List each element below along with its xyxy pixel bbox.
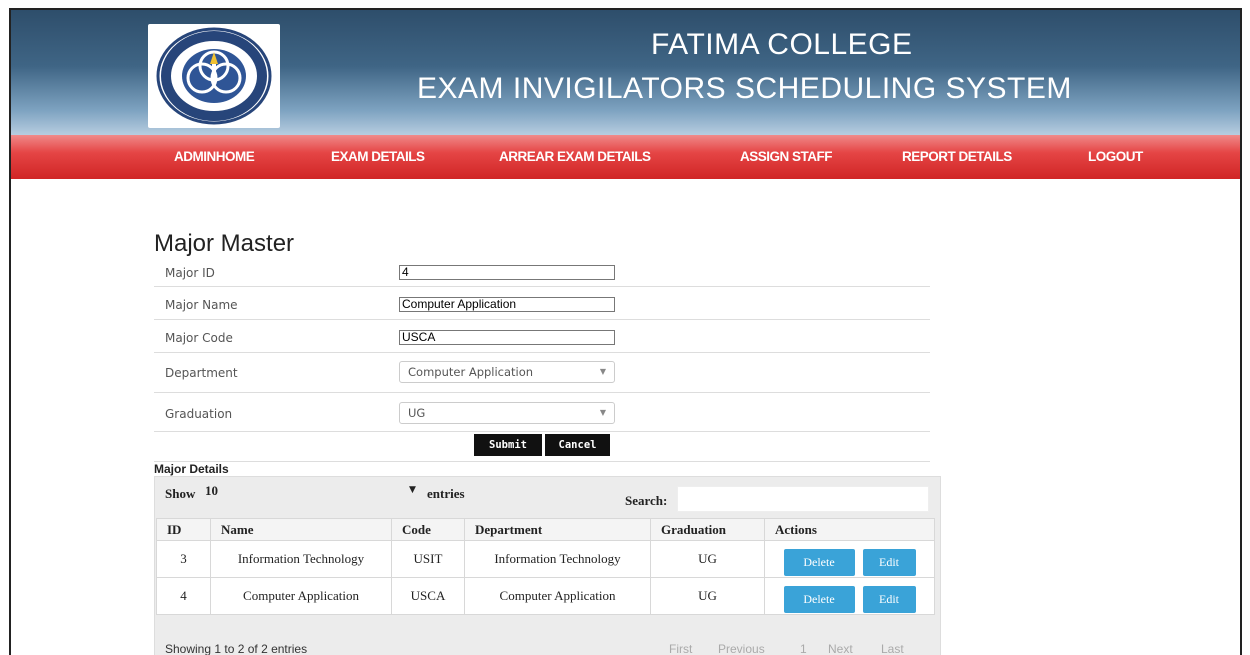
submit-button[interactable]: Submit (474, 434, 542, 456)
college-logo (148, 24, 280, 128)
cancel-button[interactable]: Cancel (545, 434, 610, 456)
graduation-select-value: UG (408, 406, 426, 420)
pager-page-1[interactable]: 1 (800, 642, 807, 655)
delete-button[interactable]: Delete (783, 548, 855, 576)
college-seal-icon (156, 27, 272, 125)
pager-previous[interactable]: Previous (718, 642, 765, 655)
col-graduation[interactable]: Graduation (650, 518, 765, 541)
delete-button[interactable]: Delete (783, 585, 855, 613)
form-row-major-code: Major Code USCA (154, 320, 930, 353)
page-title: Major Master (154, 230, 295, 257)
nav-arrear-exam-details[interactable]: ARREAR EXAM DETAILS (499, 149, 651, 164)
search-label: Search: (625, 493, 668, 508)
department-select-value: Computer Application (408, 365, 534, 379)
form-row-major-name: Major Name Computer Application (154, 287, 930, 320)
cell-code: USIT (391, 540, 465, 578)
major-id-input[interactable]: 4 (399, 265, 615, 280)
table-header-row: ID Name Code Department Graduation Actio… (156, 518, 935, 541)
cell-department: Information Technology (464, 540, 651, 578)
nav-exam-details[interactable]: EXAM DETAILS (331, 149, 425, 164)
pager-last[interactable]: Last (881, 642, 904, 655)
entries-length-value: 10 (205, 483, 218, 498)
cell-actions: Delete Edit (764, 577, 935, 615)
form-row-department: Department Computer Application ▼ (154, 353, 930, 393)
major-code-input[interactable]: USCA (399, 330, 615, 345)
pager-first[interactable]: First (669, 642, 692, 655)
department-select[interactable]: Computer Application ▼ (399, 361, 615, 383)
form-row-major-id: Major ID 4 (154, 261, 930, 287)
graduation-select[interactable]: UG ▼ (399, 402, 615, 424)
entries-label: entries (427, 486, 465, 501)
form-row-graduation: Graduation UG ▼ (154, 393, 930, 432)
major-table: ID Name Code Department Graduation Actio… (156, 518, 935, 615)
edit-button[interactable]: Edit (862, 548, 916, 576)
major-id-label: Major ID (165, 266, 215, 280)
table-info: Showing 1 to 2 of 2 entries (165, 642, 308, 655)
cell-department: Computer Application (464, 577, 651, 615)
col-code[interactable]: Code (391, 518, 465, 541)
entries-length-select[interactable]: 10 (205, 483, 420, 502)
col-id[interactable]: ID (156, 518, 211, 541)
form-row-actions (154, 432, 930, 462)
college-name: FATIMA COLLEGE (651, 28, 913, 61)
search-input[interactable] (677, 486, 929, 512)
cell-name: Computer Application (210, 577, 392, 615)
chevron-down-icon: ▼ (599, 367, 606, 376)
main-nav: ADMINHOME EXAM DETAILS ARREAR EXAM DETAI… (11, 135, 1240, 179)
edit-button[interactable]: Edit (862, 585, 916, 613)
major-code-label: Major Code (165, 331, 233, 345)
col-name[interactable]: Name (210, 518, 392, 541)
page-frame: FATIMA COLLEGE EXAM INVIGILATORS SCHEDUL… (9, 8, 1242, 655)
cell-id: 4 (156, 577, 211, 615)
cell-name: Information Technology (210, 540, 392, 578)
nav-logout[interactable]: LOGOUT (1088, 149, 1143, 164)
nav-adminhome[interactable]: ADMINHOME (174, 149, 255, 164)
nav-assign-staff[interactable]: ASSIGN STAFF (740, 149, 833, 164)
nav-report-details[interactable]: REPORT DETAILS (902, 149, 1012, 164)
cell-actions: Delete Edit (764, 540, 935, 578)
chevron-down-icon: ▼ (599, 408, 606, 417)
major-name-input[interactable]: Computer Application (399, 297, 615, 312)
department-label: Department (165, 366, 238, 380)
major-name-label: Major Name (165, 298, 238, 312)
col-actions: Actions (764, 518, 935, 541)
cell-graduation: UG (650, 577, 765, 615)
details-heading: Major Details (154, 462, 229, 476)
pager-next[interactable]: Next (828, 642, 853, 655)
cell-graduation: UG (650, 540, 765, 578)
system-name: EXAM INVIGILATORS SCHEDULING SYSTEM (417, 72, 1072, 105)
datatable-panel: Show 10 ▼ entries Search: ID Name Code D… (154, 476, 941, 655)
show-label: Show (165, 486, 196, 501)
cell-id: 3 (156, 540, 211, 578)
table-row: 3 Information Technology USIT Informatio… (156, 540, 935, 578)
table-row: 4 Computer Application USCA Computer App… (156, 577, 935, 615)
chevron-down-icon: ▼ (409, 485, 416, 495)
site-header: FATIMA COLLEGE EXAM INVIGILATORS SCHEDUL… (11, 10, 1240, 135)
cell-code: USCA (391, 577, 465, 615)
graduation-label: Graduation (165, 407, 233, 421)
col-department[interactable]: Department (464, 518, 651, 541)
